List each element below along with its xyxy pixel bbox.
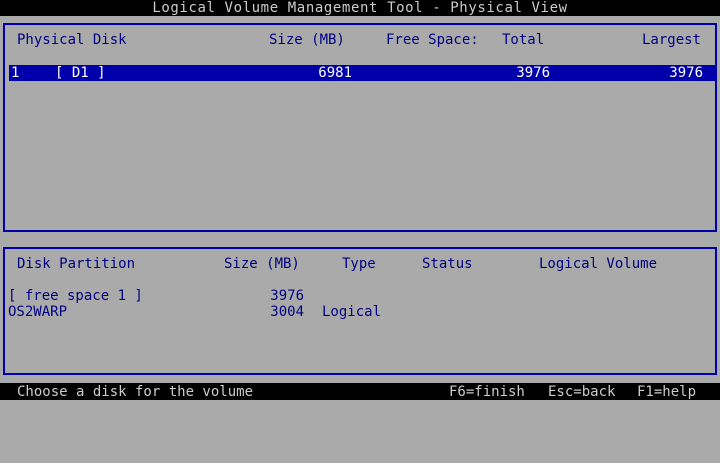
esc-back-key[interactable]: Esc=back	[548, 384, 615, 400]
physical-disk-panel: Physical Disk Size (MB) Free Space: Tota…	[3, 23, 717, 232]
disk-free-total: 3976	[516, 65, 550, 81]
column-header-status: Status	[422, 256, 473, 272]
column-header-logical-volume: Logical Volume	[539, 256, 658, 272]
status-bar: Choose a disk for the volume F6=finish E…	[0, 383, 720, 400]
f1-help-key[interactable]: F1=help	[637, 384, 696, 400]
disk-free-largest: 3976	[669, 65, 703, 81]
physical-disk-row-selected[interactable]: 1 [ D1 ] 6981 3976 3976	[9, 65, 715, 81]
column-header-partition-size: Size (MB)	[224, 256, 300, 272]
column-header-physical-disk: Physical Disk	[17, 32, 127, 48]
window-title: Logical Volume Management Tool - Physica…	[0, 0, 720, 16]
partition-size: 3004	[270, 304, 304, 320]
partition-type: Logical	[322, 304, 382, 320]
column-header-total: Total	[502, 32, 545, 48]
column-header-type: Type	[342, 256, 376, 272]
partition-name: OS2WARP	[8, 304, 68, 320]
column-header-largest: Largest	[641, 32, 701, 48]
column-header-free-space: Free Space:	[386, 32, 479, 48]
disk-name: [ D1 ]	[55, 65, 106, 81]
status-hint: Choose a disk for the volume	[17, 384, 254, 400]
column-header-size: Size (MB)	[269, 32, 345, 48]
disk-size: 6981	[318, 65, 352, 81]
partition-name: [ free space 1 ]	[8, 288, 143, 304]
disk-partition-panel: Disk Partition Size (MB) Type Status Log…	[3, 247, 717, 375]
column-header-disk-partition: Disk Partition	[17, 256, 136, 272]
partition-size: 3976	[270, 288, 304, 304]
f6-finish-key[interactable]: F6=finish	[449, 384, 525, 400]
disk-number: 1	[11, 65, 20, 81]
